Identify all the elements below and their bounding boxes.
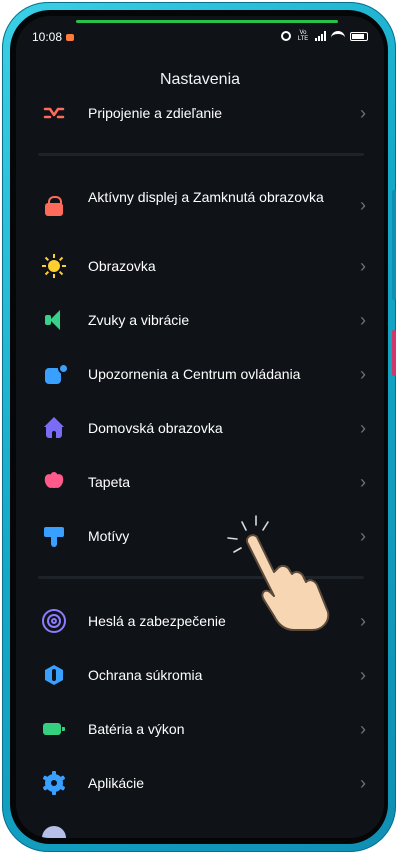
- power-button: [392, 330, 396, 376]
- notification-app-icon: [66, 34, 74, 41]
- chevron-right-icon: ›: [360, 418, 366, 438]
- tap-hand-icon: [222, 512, 342, 632]
- tulip-icon: [42, 470, 66, 494]
- connection-share-icon: [42, 101, 66, 125]
- settings-item-label: Domovská obrazovka: [88, 420, 223, 436]
- settings-item-apps[interactable]: Aplikácie ›: [16, 758, 384, 808]
- alarm-icon: [281, 31, 291, 41]
- partial-item-icon: [42, 826, 66, 838]
- settings-item-display[interactable]: Obrazovka ›: [16, 241, 384, 291]
- chevron-right-icon: ›: [360, 103, 366, 123]
- notification-icon: [42, 362, 69, 386]
- settings-item-label: Zvuky a vibrácie: [88, 312, 190, 328]
- speaker-icon: [42, 308, 66, 332]
- group-divider: [38, 153, 364, 156]
- volte-label: Vo LTE: [297, 30, 309, 42]
- settings-item-label: Batéria a výkon: [88, 721, 185, 737]
- lock-icon: [42, 194, 66, 218]
- settings-item-label: Aplikácie: [88, 775, 145, 791]
- settings-item-notifications[interactable]: Upozornenia a Centrum ovládania ›: [16, 349, 384, 399]
- settings-item-label: Obrazovka: [88, 258, 156, 274]
- sun-icon: [42, 254, 66, 278]
- privacy-shield-icon: [42, 663, 66, 687]
- chevron-right-icon: ›: [360, 195, 366, 215]
- status-time: 10:08: [32, 30, 63, 44]
- chevron-right-icon: ›: [360, 364, 366, 384]
- chevron-right-icon: ›: [360, 665, 366, 685]
- fingerprint-icon: [42, 609, 66, 633]
- battery-icon: [42, 717, 66, 741]
- battery-status-icon: [350, 31, 368, 41]
- settings-item-partial[interactable]: [16, 812, 384, 838]
- chevron-right-icon: ›: [360, 773, 366, 793]
- brush-icon: [42, 524, 66, 548]
- phone-frame: 10:08 Vo LTE Nastavenia Pripojenie a zdi…: [2, 2, 396, 852]
- settings-item-label: Tapeta: [88, 474, 131, 490]
- chevron-right-icon: ›: [360, 611, 366, 631]
- settings-item-label: Ochrana súkromia: [88, 667, 203, 683]
- settings-item-label: Aktívny displej a Zamknutá obrazovka: [88, 189, 324, 205]
- chevron-right-icon: ›: [360, 256, 366, 276]
- signal-icon: [315, 31, 326, 41]
- top-indicator-line: [76, 20, 338, 23]
- settings-item-privacy[interactable]: Ochrana súkromia ›: [16, 650, 384, 700]
- settings-item-connection[interactable]: Pripojenie a zdieľanie ›: [16, 87, 384, 137]
- settings-item-label: Pripojenie a zdieľanie: [88, 105, 223, 121]
- screen: 10:08 Vo LTE Nastavenia Pripojenie a zdi…: [16, 16, 384, 838]
- status-bar: 10:08 Vo LTE: [16, 28, 384, 48]
- wifi-icon: [331, 31, 345, 41]
- chevron-right-icon: ›: [360, 719, 366, 739]
- settings-item-home-screen[interactable]: Domovská obrazovka ›: [16, 403, 384, 453]
- settings-item-wallpaper[interactable]: Tapeta ›: [16, 457, 384, 507]
- gear-icon: [42, 771, 66, 795]
- chevron-right-icon: ›: [360, 310, 366, 330]
- settings-item-battery[interactable]: Batéria a výkon ›: [16, 704, 384, 754]
- volume-button: [392, 190, 396, 300]
- home-icon: [42, 416, 66, 440]
- chevron-right-icon: ›: [360, 526, 366, 546]
- settings-item-lock-screen[interactable]: Aktívny displej a Zamknutá obrazovka ›: [16, 179, 384, 233]
- chevron-right-icon: ›: [360, 472, 366, 492]
- settings-item-sounds[interactable]: Zvuky a vibrácie ›: [16, 295, 384, 345]
- settings-item-label: Upozornenia a Centrum ovládania: [88, 366, 301, 382]
